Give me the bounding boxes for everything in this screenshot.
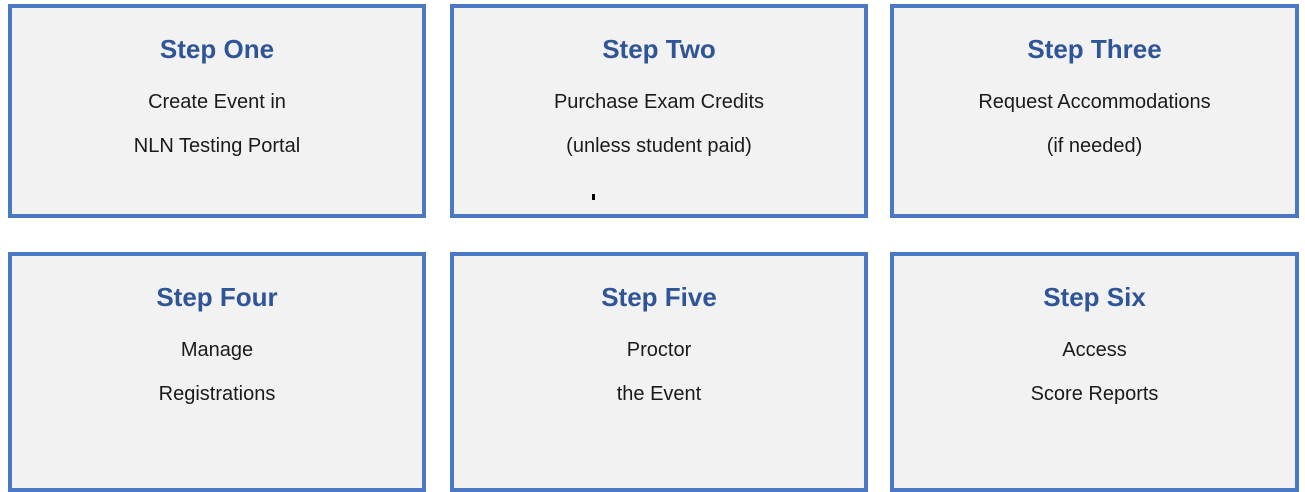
step-six-card: Step Six Access Score Reports <box>890 252 1299 492</box>
step-three-card: Step Three Request Accommodations (if ne… <box>890 4 1299 218</box>
step-five-card: Step Five Proctor the Event <box>450 252 868 492</box>
stray-mark <box>592 194 595 200</box>
step-description-line1: Create Event in <box>148 91 286 113</box>
step-description-line1: Purchase Exam Credits <box>553 91 765 113</box>
step-title: Step Two <box>602 34 716 64</box>
step-two-card: Step Two Purchase Exam Credits (unless s… <box>450 4 868 218</box>
step-description-line1: Access <box>1062 339 1127 361</box>
step-title: Step Five <box>601 282 717 312</box>
step-one-card: Step One Create Event in NLN Testing Por… <box>8 4 426 218</box>
step-description-line2: Registrations <box>158 383 276 405</box>
step-description-line2: NLN Testing Portal <box>133 135 301 157</box>
step-title: Step Four <box>156 282 278 312</box>
step-title: Step One <box>159 34 275 64</box>
step-description-line1: Proctor <box>626 339 692 361</box>
step-four-card: Step Four Manage Registrations <box>8 252 426 492</box>
step-description-line1: Manage <box>180 339 254 361</box>
step-title: Step Three <box>1027 34 1162 64</box>
step-description-line2: Score Reports <box>1030 383 1159 405</box>
step-description-line2: (unless student paid) <box>566 135 752 157</box>
step-title: Step Six <box>1043 282 1146 312</box>
step-description-line2: the Event <box>616 383 702 405</box>
step-description-line1: Request Accommodations <box>978 91 1211 113</box>
step-description-line2: (if needed) <box>1046 135 1143 157</box>
